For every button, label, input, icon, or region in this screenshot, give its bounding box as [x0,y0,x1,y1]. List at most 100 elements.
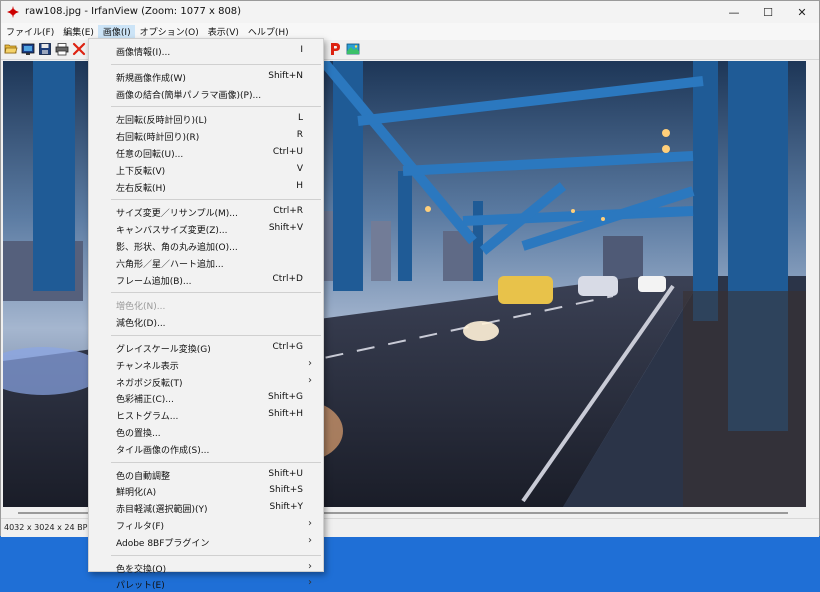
image-menu-item[interactable]: 赤目軽減(選択範囲)(Y) Shift+Y [89,500,323,516]
menu-item-shortcut: V [296,163,303,174]
menu-item-label: 左回転(反時計回り)(L) [116,116,208,127]
menu-item-label: 増色化(N)... [116,302,166,313]
image-menu-item[interactable]: 右回転(時計回り)(R) R [89,128,323,144]
menu-item-label: キャンバスサイズ変更(Z)... [116,226,228,237]
menu-item-label: 色の自動調整 [116,471,171,482]
menu-item-shortcut: Ctrl+R [273,206,303,217]
image-menu-item[interactable]: 新規画像作成(W) Shift+N [89,69,323,85]
menu-item-label: パレット(E) [116,581,165,592]
menu-item-shortcut: Ctrl+G [272,342,303,352]
menu-item-label: タイル画像の作成(S)... [116,445,210,456]
image-menu-item[interactable]: グレイスケール変換(G) Ctrl+G [89,340,323,356]
menu-item-label: 任意の回転(U)... [116,150,184,160]
image-menu-item[interactable]: フレーム追加(B)... Ctrl+D [89,272,323,288]
slideshow-icon[interactable] [21,42,35,56]
menu-item-shortcut: L [297,113,303,124]
minimize-button[interactable]: — [717,1,751,23]
save-icon[interactable] [38,42,52,56]
menu-view[interactable]: 表示(V) [203,25,243,38]
menu-item-label: 色を交換(O) [116,564,167,575]
menu-item-label: 減色化(D)... [116,319,166,330]
menu-item-label: 右回転(時計回り)(R) [116,133,200,144]
maximize-button[interactable]: ☐ [751,1,785,23]
menu-file[interactable]: ファイル(F) [1,25,58,38]
image-menu-item[interactable]: 六角形／星／ハート追加... [89,255,323,271]
menu-options[interactable]: オプション(O) [135,25,203,38]
image-menu-item[interactable]: 画像の結合(簡単パノラマ画像)(P)... [89,86,323,102]
menu-item-label: ネガポジ反転(T) [116,378,183,389]
menu-item-shortcut: H [296,180,303,191]
menu-item-label: サイズ変更／リサンプル(M)... [116,209,238,220]
menu-item-label: チャンネル表示 [116,361,179,372]
menu-separator [111,554,321,556]
paint-icon[interactable] [328,42,342,56]
menu-item-label: 六角形／星／ハート追加... [116,259,224,270]
submenu-arrow-icon: › [308,560,312,572]
menu-separator [111,63,321,65]
image-menu-item[interactable]: キャンバスサイズ変更(Z)... Shift+V [89,221,323,237]
vertical-scrollbar[interactable] [806,61,818,507]
image-menu-item[interactable]: パレット(E) › [89,576,323,592]
print-icon[interactable] [55,42,69,56]
menu-item-label: 鮮明化(A) [116,488,157,499]
menu-item-label: Adobe 8BFプラグイン [116,538,210,549]
irfanview-app-icon [7,6,19,18]
image-menu-item[interactable]: 色彩補正(C)... Shift+G [89,390,323,406]
menu-item-shortcut: Shift+H [268,409,303,420]
menu-item-shortcut: R [296,130,303,141]
menu-item-label: 赤目軽減(選択範囲)(Y) [116,505,208,516]
menu-separator [111,461,321,463]
menu-item-shortcut: Shift+S [269,485,303,496]
menu-item-label: 左右反転(H) [116,183,166,194]
image-menu-item[interactable]: 任意の回転(U)... Ctrl+U [89,145,323,161]
image-menu-item[interactable]: サイズ変更／リサンプル(M)... Ctrl+R [89,204,323,220]
image-menu-item[interactable]: 左回転(反時計回り)(L) L [89,111,323,127]
menu-item-label: フレーム追加(B)... [116,276,192,287]
window-title: raw108.jpg - IrfanView (Zoom: 1077 x 808… [25,6,242,17]
image-menu-item[interactable]: 左右反転(H) H [89,179,323,195]
image-menu-item[interactable]: ヒストグラム... Shift+H [89,407,323,423]
image-menu-item[interactable]: Adobe 8BFプラグイン › [89,534,323,550]
menu-item-label: フィルタ(F) [116,522,165,532]
image-menu-item: 増色化(N)... [89,297,323,313]
menu-item-label: ヒストグラム... [116,412,179,423]
menu-item-label: 影、形状、角の丸み追加(O)... [116,243,238,253]
menu-item-shortcut: Ctrl+U [272,147,303,157]
image-menu-dropdown: 画像情報(I)... I 新規画像作成(W) Shift+N 画像の結合(簡単パノラマ画… [88,38,324,591]
menu-item-label: 色の置換... [116,429,161,439]
image-menu-item[interactable]: 影、形状、角の丸み追加(O)... [89,238,323,254]
menu-item-label: 新規画像作成(W) [116,73,186,84]
menu-item-label: 画像の結合(簡単パノラマ画像)(P)... [116,90,262,101]
image-menu-item[interactable]: タイル画像の作成(S)... [89,441,323,457]
image-menu-item[interactable]: 色を交換(O) › [89,560,323,576]
submenu-arrow-icon: › [308,577,312,589]
submenu-arrow-icon: › [308,534,312,546]
image-menu-item[interactable]: 上下反転(V) V [89,162,323,178]
menu-edit[interactable]: 編集(E) [58,25,98,38]
menu-item-shortcut: Shift+G [268,392,303,403]
submenu-arrow-icon: › [308,357,312,369]
image-menu-item[interactable]: 画像情報(I)... I [89,43,323,59]
menu-help[interactable]: ヘルプ(H) [243,25,293,38]
open-folder-icon[interactable] [4,42,18,56]
menu-item-label: 画像情報(I)... [116,48,171,58]
menu-image[interactable]: 画像(I) [97,25,135,38]
image-menu-item[interactable]: 鮮明化(A) Shift+S [89,483,323,499]
scanner-icon[interactable] [346,42,360,56]
delete-icon[interactable] [72,42,86,56]
close-button[interactable]: ✕ [785,1,819,23]
menu-separator [111,292,321,294]
image-menu-item[interactable]: 減色化(D)... [89,314,323,330]
image-menu-item[interactable]: フィルタ(F) › [89,517,323,533]
menu-item-shortcut: Shift+Y [269,502,304,513]
image-menu-item[interactable]: チャンネル表示 › [89,357,323,373]
menu-separator [111,335,321,336]
image-menu-item[interactable]: ネガポジ反転(T) › [89,374,323,390]
menu-item-shortcut: Shift+U [268,468,303,479]
image-menu-item[interactable]: 色の置換... [89,424,323,440]
title-bar[interactable]: raw108.jpg - IrfanView (Zoom: 1077 x 808… [1,1,819,23]
menu-item-label: 色彩補正(C)... [116,395,174,406]
menu-item-label: グレイスケール変換(G) [116,345,211,355]
image-menu-item[interactable]: 色の自動調整 Shift+U [89,467,323,483]
menu-item-shortcut: Shift+V [268,223,303,234]
